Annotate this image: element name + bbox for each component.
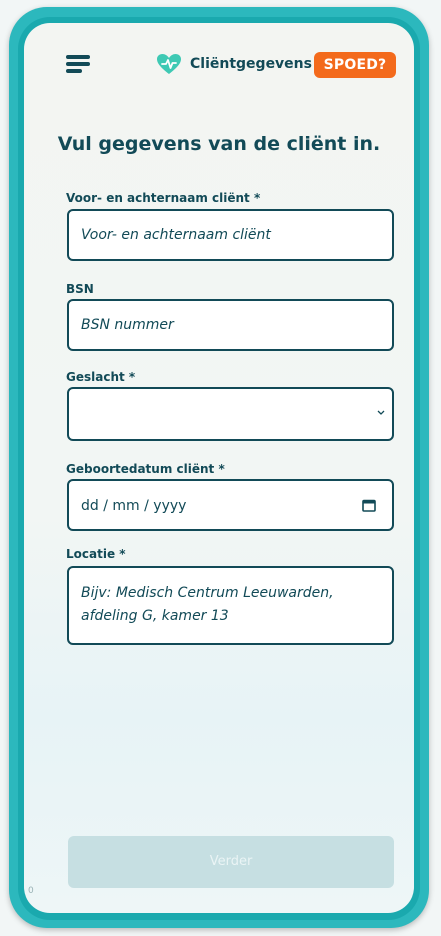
location-label: Locatie * xyxy=(66,547,126,561)
bsn-placeholder: BSN nummer xyxy=(81,317,174,333)
heart-check-icon xyxy=(157,54,181,74)
gender-select[interactable] xyxy=(67,387,394,441)
app-title: Cliëntgegevens xyxy=(190,56,312,72)
birthdate-format: dd / mm / yyyy xyxy=(81,498,187,514)
gender-label: Geslacht * xyxy=(66,370,136,384)
chevron-down-icon xyxy=(377,410,385,415)
birthdate-label: Geboortedatum cliënt * xyxy=(66,462,225,476)
page-title: Vul gegevens van de cliënt in. xyxy=(57,133,381,155)
corner-mark: 0 xyxy=(28,886,34,896)
bsn-input[interactable]: BSN nummer xyxy=(67,299,394,351)
location-placeholder: Bijv: Medisch Centrum Leeuwarden, afdeli… xyxy=(81,585,334,624)
name-input[interactable]: Voor- en achternaam cliënt xyxy=(67,209,394,261)
brand: Cliëntgegevens xyxy=(156,52,312,76)
birthdate-input[interactable]: dd / mm / yyyy xyxy=(67,479,394,531)
bsn-label: BSN xyxy=(66,282,94,296)
calendar-icon[interactable] xyxy=(362,499,376,512)
name-label: Voor- en achternaam cliënt * xyxy=(66,191,261,205)
top-bar: Cliëntgegevens SPOED? xyxy=(24,23,414,103)
name-placeholder: Voor- en achternaam cliënt xyxy=(81,227,271,243)
hamburger-menu-icon[interactable] xyxy=(66,55,90,73)
next-button[interactable]: Verder xyxy=(68,836,394,888)
location-textarea[interactable]: Bijv: Medisch Centrum Leeuwarden, afdeli… xyxy=(67,566,394,645)
spoed-button[interactable]: SPOED? xyxy=(314,52,396,78)
app-screen: Cliëntgegevens SPOED? Vul gegevens van d… xyxy=(24,23,414,913)
